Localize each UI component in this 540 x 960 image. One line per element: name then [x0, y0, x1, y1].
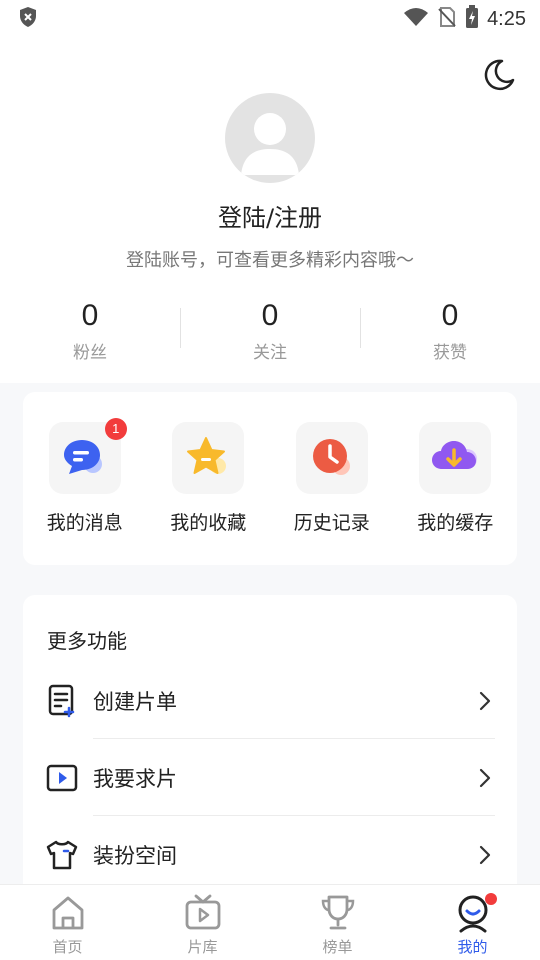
stat-following[interactable]: 0 关注	[180, 296, 360, 366]
stat-value: 0	[261, 299, 279, 332]
menu-item-create-playlist[interactable]: 创建片单	[23, 662, 517, 739]
more-features-card: 更多功能 创建片单 我要求片 装扮空间	[23, 595, 517, 895]
tab-label: 首页	[52, 938, 83, 956]
menu-item-label: 我要求片	[93, 766, 177, 791]
message-badge: 1	[104, 418, 127, 440]
tab-ranking[interactable]: 榜单	[270, 885, 405, 960]
menu-item-label: 创建片单	[93, 689, 177, 714]
menu-item-dress-up[interactable]: 装扮空间	[23, 816, 517, 893]
stat-label: 获赞	[433, 343, 467, 363]
login-title[interactable]: 登陆/注册	[0, 198, 540, 233]
tv-icon	[183, 893, 223, 933]
stat-value: 0	[81, 299, 99, 332]
cloud-download-icon	[419, 422, 492, 494]
stat-label: 关注	[253, 343, 287, 363]
status-time: 4:25	[487, 7, 526, 30]
login-subtitle: 登陆账号，可查看更多精彩内容哦～	[126, 250, 414, 271]
battery-charging-icon	[465, 5, 479, 33]
stats-row: 0 粉丝 0 关注 0 获赞	[0, 296, 540, 366]
shirt-icon	[45, 838, 79, 872]
trophy-icon	[318, 893, 358, 933]
tab-label: 我的	[457, 938, 488, 956]
quick-item-label: 我的缓存	[417, 512, 494, 534]
quick-actions-card: 1 我的消息 我的收藏 历史记录 我的缓存	[23, 392, 517, 565]
more-features-title: 更多功能	[47, 629, 127, 653]
profile-icon	[453, 893, 497, 933]
tab-profile[interactable]: 我的	[405, 885, 540, 960]
quick-item-label: 我的收藏	[170, 512, 247, 534]
bottom-tab-bar: 首页 片库 榜单 我的	[0, 884, 540, 960]
no-sim-icon	[437, 6, 457, 32]
playlist-add-icon	[45, 684, 79, 718]
shield-icon	[18, 6, 38, 32]
tab-label: 片库	[187, 938, 218, 956]
quick-item-cache[interactable]: 我的缓存	[400, 422, 510, 565]
menu-item-label: 装扮空间	[93, 843, 177, 868]
tab-label: 榜单	[322, 938, 353, 956]
clock-icon	[295, 422, 368, 494]
moon-icon[interactable]	[482, 58, 516, 92]
tab-library[interactable]: 片库	[135, 885, 270, 960]
video-request-icon	[45, 761, 79, 795]
chevron-right-icon	[475, 689, 495, 713]
chevron-right-icon	[475, 766, 495, 790]
profile-header: 登陆/注册 登陆账号，可查看更多精彩内容哦～ 0 粉丝 0 关注 0 获赞	[0, 38, 540, 383]
notification-dot	[484, 893, 497, 905]
chevron-right-icon	[475, 843, 495, 867]
stat-value: 0	[441, 299, 459, 332]
menu-item-request-video[interactable]: 我要求片	[23, 739, 517, 816]
stat-likes[interactable]: 0 获赞	[360, 296, 540, 366]
quick-item-messages[interactable]: 1 我的消息	[30, 418, 140, 565]
tab-home[interactable]: 首页	[0, 885, 135, 960]
quick-item-label: 我的消息	[46, 512, 123, 534]
message-icon: 1	[48, 418, 127, 494]
stat-label: 粉丝	[73, 343, 107, 363]
wifi-icon	[403, 7, 429, 31]
star-icon	[172, 422, 245, 494]
quick-item-favorites[interactable]: 我的收藏	[153, 422, 263, 565]
quick-item-history[interactable]: 历史记录	[277, 422, 387, 565]
status-bar: 4:25	[0, 0, 540, 38]
avatar[interactable]	[225, 93, 315, 183]
home-icon	[48, 893, 88, 933]
quick-item-label: 历史记录	[293, 512, 370, 534]
stat-fans[interactable]: 0 粉丝	[0, 296, 180, 366]
